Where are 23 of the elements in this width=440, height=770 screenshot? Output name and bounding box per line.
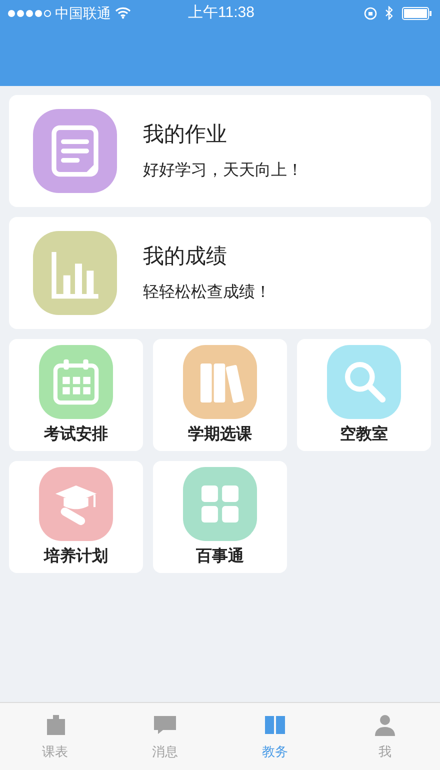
card-title: 我的成绩 bbox=[143, 244, 228, 270]
menu-tile[interactable]: 学期选课 bbox=[153, 339, 287, 451]
tile-label: 培养计划 bbox=[44, 546, 108, 567]
menu-tile[interactable]: 考试安排 bbox=[9, 339, 143, 451]
carrier-name: 中国联通 bbox=[55, 4, 111, 22]
tile-label: 学期选课 bbox=[188, 424, 252, 445]
wifi-icon bbox=[115, 7, 131, 19]
card-subtitle: 轻轻松松查成绩！ bbox=[143, 282, 271, 303]
tile-label: 空教室 bbox=[340, 424, 388, 445]
menu-card[interactable]: 我的作业 好好学习，天天向上！ bbox=[9, 95, 431, 207]
card-subtitle: 好好学习，天天向上！ bbox=[143, 160, 303, 181]
menu-tile[interactable]: 培养计划 bbox=[9, 461, 143, 573]
tile-label: 考试安排 bbox=[44, 424, 108, 445]
battery-icon bbox=[402, 6, 432, 20]
menu-tile[interactable]: 百事通 bbox=[153, 461, 287, 573]
signal-icon bbox=[8, 10, 51, 16]
clock-time: 上午11:38 bbox=[188, 2, 256, 23]
card-title: 我的作业 bbox=[143, 122, 228, 148]
bluetooth-icon bbox=[385, 6, 394, 20]
rotation-lock-icon bbox=[364, 6, 377, 20]
menu-tile[interactable]: 空教室 bbox=[297, 339, 431, 451]
menu-card[interactable]: 我的成绩 轻轻松松查成绩！ bbox=[9, 217, 431, 329]
tile-label: 百事通 bbox=[196, 546, 244, 567]
